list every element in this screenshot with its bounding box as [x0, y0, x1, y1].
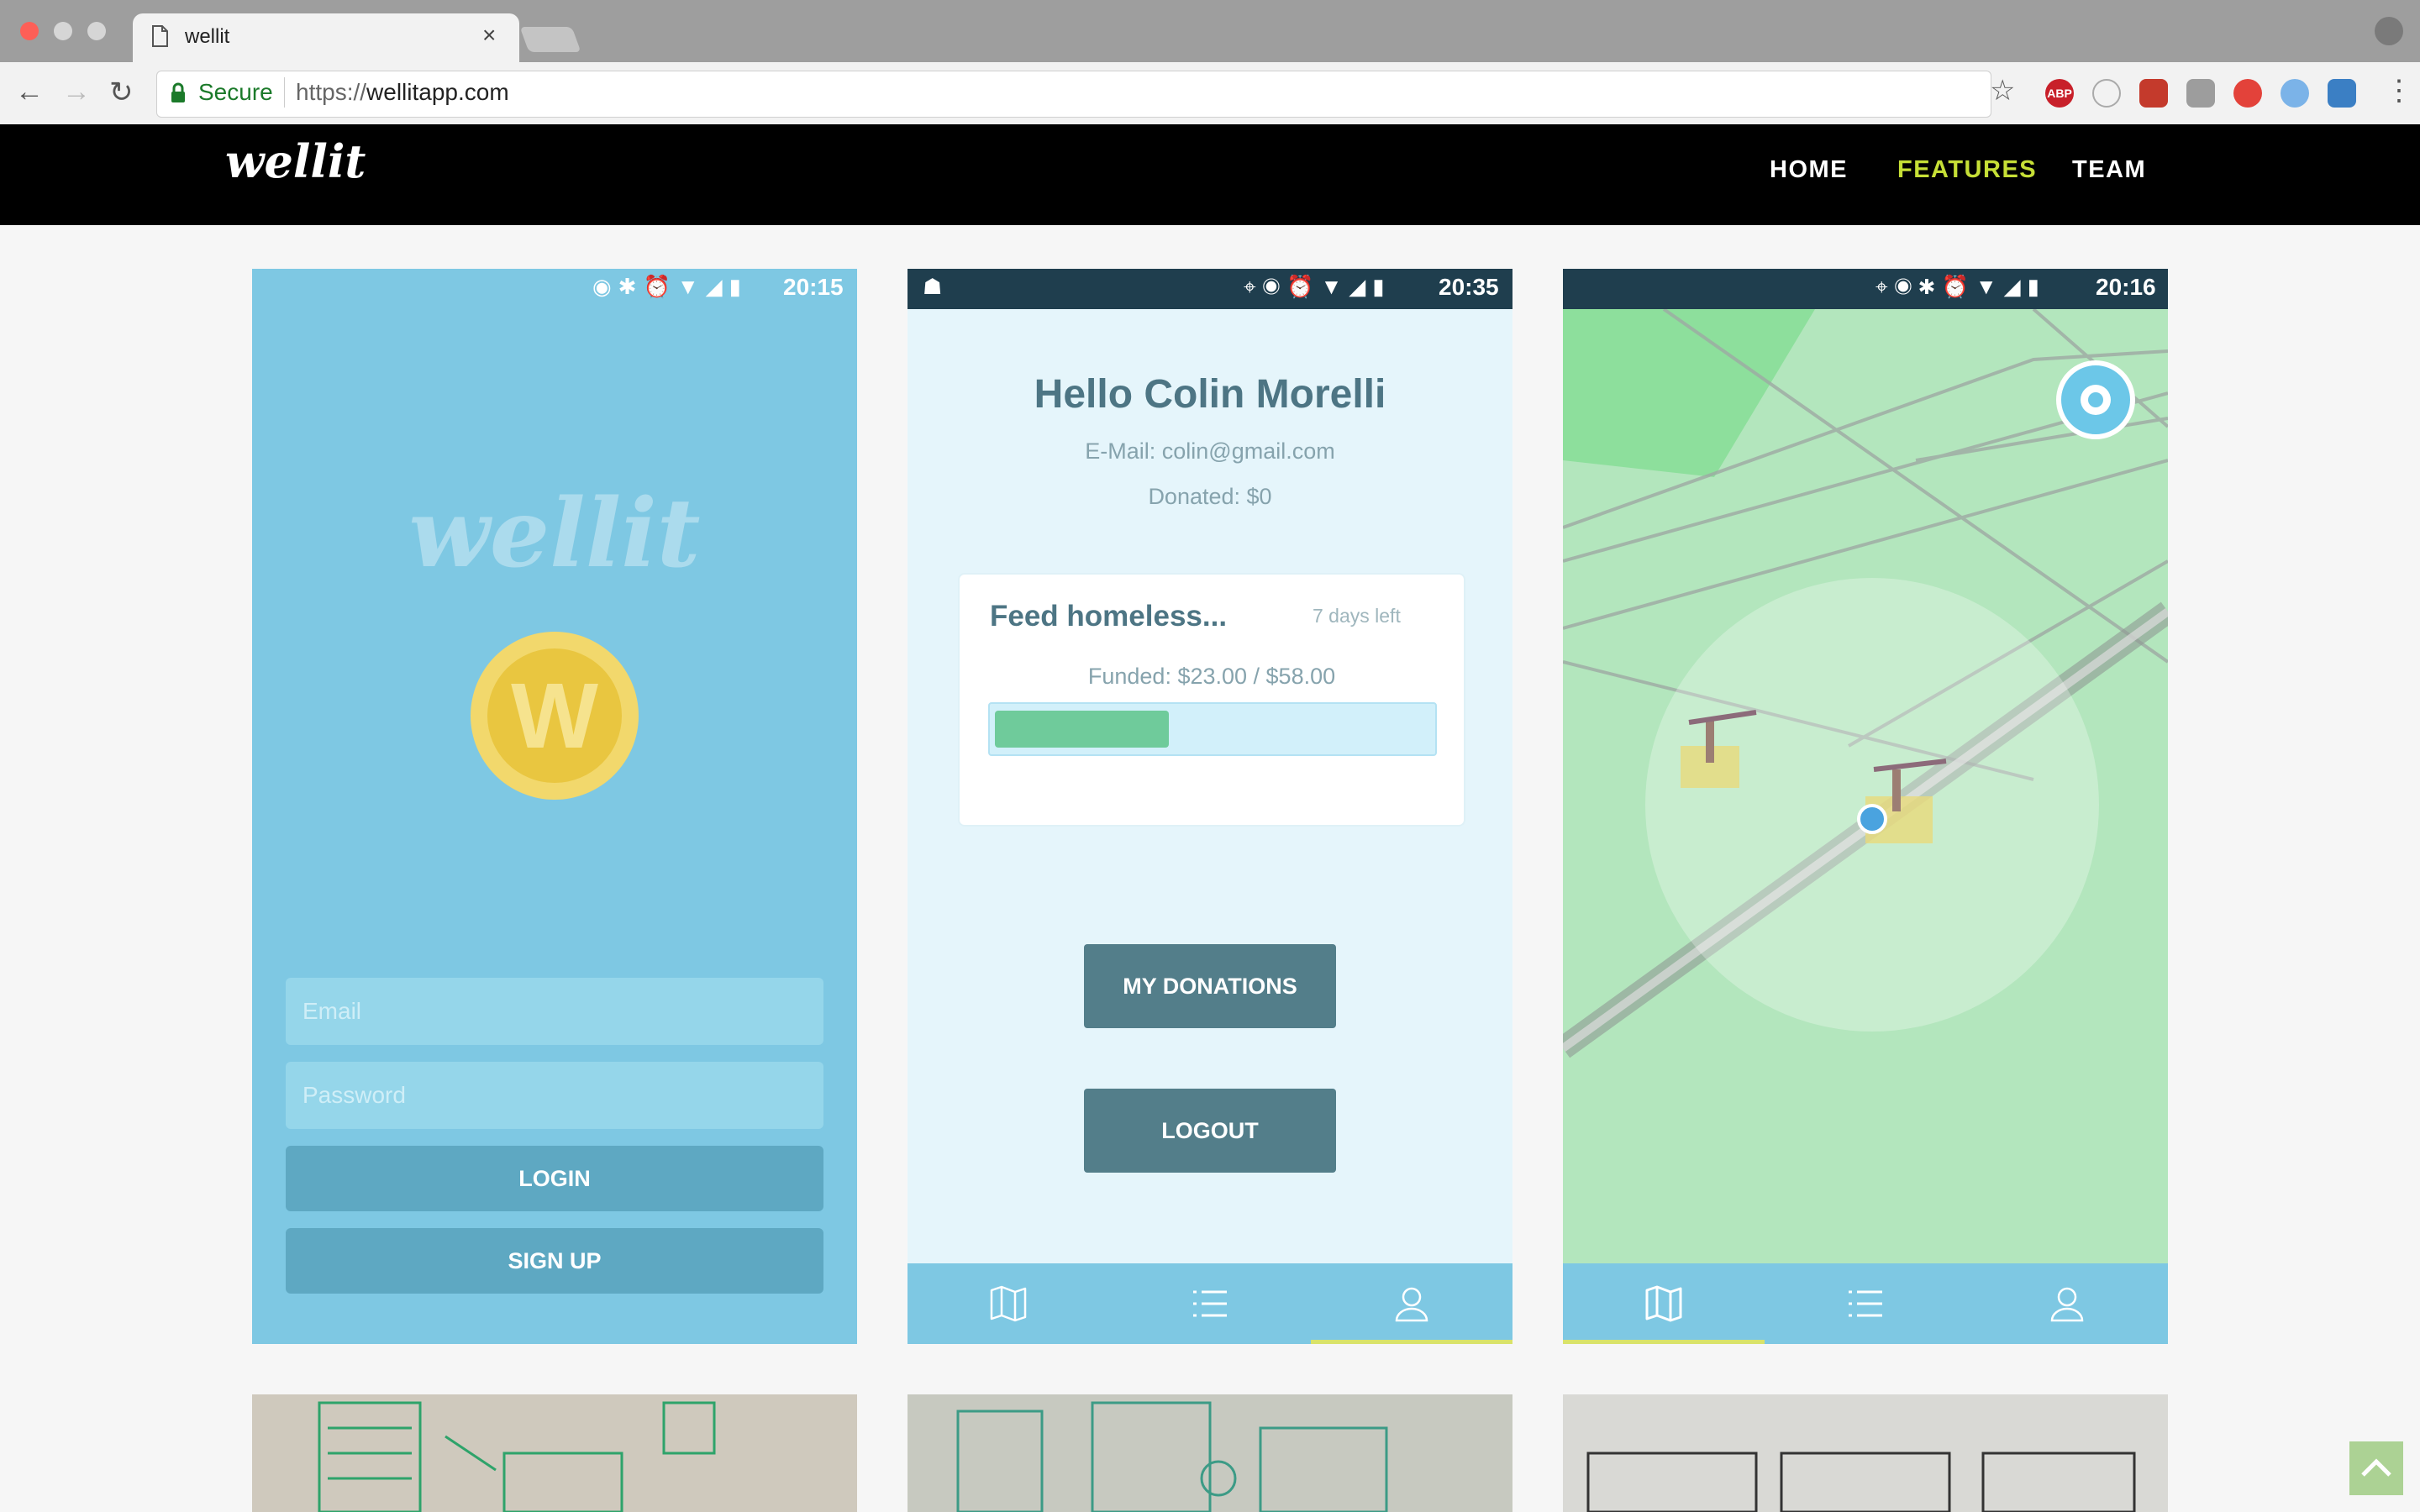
status-time: 20:16	[2096, 274, 2156, 300]
wireframe-sketch-photo-2[interactable]	[908, 1394, 1512, 1512]
funding-progress-bar	[988, 702, 1437, 756]
status-icons: ⌖◉⏰▼◢▮	[1244, 274, 1392, 299]
progress-fill	[995, 711, 1169, 748]
sketch-drawing	[956, 1401, 1388, 1512]
map-icon	[990, 1285, 1027, 1322]
campaign-title: Feed homeless...	[990, 600, 1228, 633]
site-logo[interactable]: wellit	[225, 134, 366, 188]
wireframe-sketch-photo-1[interactable]	[252, 1394, 857, 1512]
signup-button[interactable]: SIGN UP	[286, 1228, 823, 1294]
my-donations-button[interactable]: MY DONATIONS	[1084, 944, 1336, 1028]
active-tab-indicator	[1563, 1340, 1765, 1344]
reload-icon[interactable]: ↻	[109, 76, 134, 109]
profile-screenshot: ☗ ⌖◉⏰▼◢▮ 20:35 Hello Colin Morelli E-Mai…	[908, 269, 1512, 1344]
record-ext-icon[interactable]	[2233, 79, 2262, 108]
coin-icon: W	[471, 632, 639, 800]
password-field[interactable]: Password	[286, 1062, 823, 1129]
user-icon	[2050, 1287, 2084, 1322]
email-text: E-Mail: colin@gmail.com	[1085, 438, 1335, 464]
nav-team[interactable]: TEAM	[2072, 156, 2146, 184]
donated-text: Donated: $0	[1148, 484, 1272, 509]
tab-list[interactable]	[1109, 1263, 1311, 1344]
new-tab-button[interactable]	[519, 27, 581, 52]
active-tab-indicator	[1311, 1340, 1512, 1344]
ghostery-icon[interactable]	[2092, 79, 2121, 108]
minimize-window-button[interactable]	[54, 22, 72, 40]
funded-text: Funded: $23.00 / $58.00	[1087, 664, 1336, 689]
tab-profile[interactable]	[1966, 1263, 2168, 1344]
user-location-dot	[1857, 804, 1887, 834]
url-host: wellitapp.com	[366, 79, 509, 105]
status-bar: ☗ ⌖◉⏰▼◢▮ 20:35	[908, 269, 1512, 309]
bottom-nav	[908, 1263, 1512, 1344]
lastpass-icon[interactable]	[2139, 79, 2168, 108]
settings-ext-icon[interactable]	[2186, 79, 2215, 108]
maximize-window-button[interactable]	[87, 22, 106, 40]
status-icons: ◉✱⏰▼◢▮	[592, 274, 748, 299]
forward-arrow-icon[interactable]: →	[62, 76, 91, 108]
user-profile-icon[interactable]	[2375, 17, 2403, 45]
status-time: 20:15	[783, 274, 844, 300]
login-button[interactable]: LOGIN	[286, 1146, 823, 1211]
android-icon: ☗	[923, 274, 950, 299]
secure-label: Secure	[198, 79, 273, 105]
list-icon	[1193, 1290, 1227, 1317]
back-to-top-button[interactable]	[2349, 1441, 2403, 1495]
tab-profile[interactable]	[1311, 1263, 1512, 1344]
address-divider	[284, 77, 285, 108]
chevron-up-icon	[2361, 1458, 2391, 1477]
coin-letter: W	[487, 648, 622, 783]
status-time: 20:35	[1439, 274, 1499, 300]
days-left: 7 days left	[1313, 605, 1401, 627]
pencil-ext-icon[interactable]	[2281, 79, 2309, 108]
tab-list[interactable]	[1765, 1263, 1966, 1344]
url-text[interactable]: https://wellitapp.com	[296, 79, 509, 106]
status-bar: ⌖◉✱⏰▼◢▮ 20:16	[1563, 269, 2168, 309]
status-icons: ⌖◉✱⏰▼◢▮	[1876, 274, 2046, 299]
status-bar: ◉✱⏰▼◢▮ 20:15	[252, 269, 857, 309]
abp-icon[interactable]: ABP	[2045, 79, 2074, 108]
greeting: Hello Colin Morelli	[1034, 372, 1386, 417]
bottom-nav	[1563, 1263, 2168, 1344]
tab-title: wellit	[185, 25, 230, 48]
map-screenshot: ⌖◉✱⏰▼◢▮ 20:16	[1563, 269, 2168, 1344]
campaign-card[interactable]: Feed homeless... 7 days left Funded: $23…	[958, 573, 1465, 827]
eyedropper-ext-icon[interactable]	[2328, 79, 2356, 108]
tab-map[interactable]	[908, 1263, 1109, 1344]
user-icon	[1395, 1287, 1428, 1322]
wireframe-sketch-photo-3[interactable]	[1563, 1394, 2168, 1512]
url-scheme: https://	[296, 79, 367, 105]
list-icon	[1849, 1290, 1882, 1317]
close-window-button[interactable]	[20, 22, 39, 40]
lock-icon	[171, 82, 185, 102]
sketch-drawing	[1586, 1452, 2136, 1512]
sketch-drawing	[318, 1401, 716, 1512]
map-icon	[1645, 1285, 1682, 1322]
map-view[interactable]	[1563, 309, 2168, 1263]
back-arrow-icon[interactable]: ←	[15, 76, 44, 108]
tab-map[interactable]	[1563, 1263, 1765, 1344]
logout-button[interactable]: LOGOUT	[1084, 1089, 1336, 1173]
browser-menu-icon[interactable]: ⋮	[2385, 74, 2413, 108]
email-field[interactable]: Email	[286, 978, 823, 1045]
tab-close-icon[interactable]: ×	[482, 22, 496, 49]
page-icon	[152, 25, 168, 47]
nav-home[interactable]: HOME	[1770, 156, 1848, 184]
login-screenshot: ◉✱⏰▼◢▮ 20:15 wellit W Email Password LOG…	[252, 269, 857, 1344]
app-logo: wellit	[408, 479, 701, 589]
nav-features[interactable]: FEATURES	[1897, 156, 2037, 184]
bookmark-star-icon[interactable]: ☆	[1990, 74, 2015, 108]
